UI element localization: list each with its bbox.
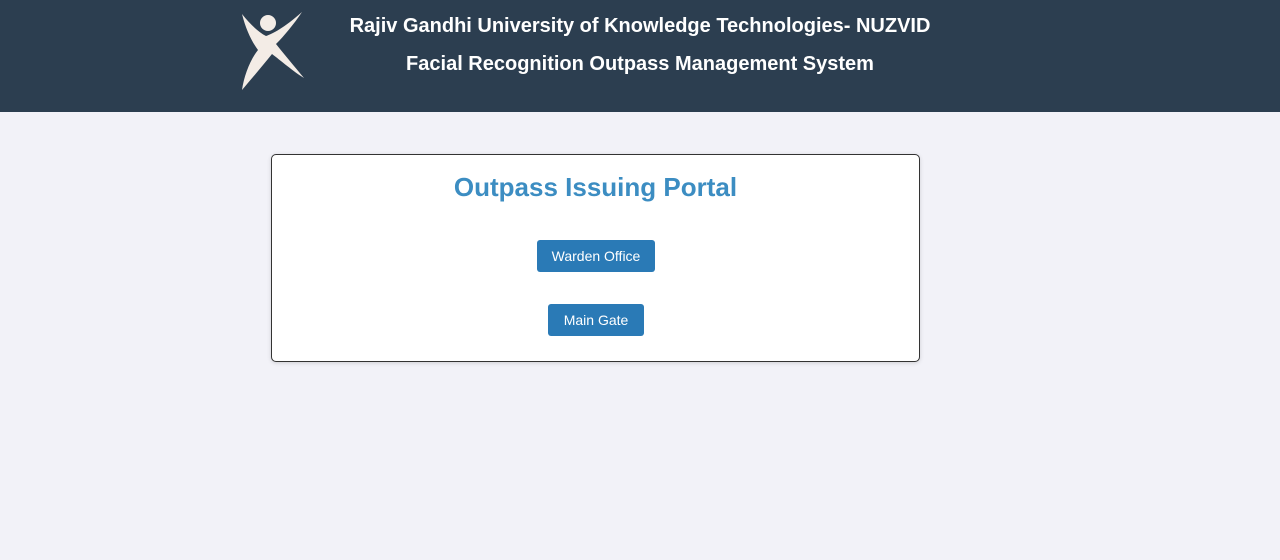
outpass-portal-card: Outpass Issuing Portal Warden Office Mai… [271,154,920,362]
university-name: Rajiv Gandhi University of Knowledge Tec… [349,15,931,37]
portal-title: Outpass Issuing Portal [453,172,738,202]
system-name: Facial Recognition Outpass Management Sy… [406,53,874,75]
main-gate-button[interactable]: Main Gate [548,304,644,336]
warden-office-button[interactable]: Warden Office [537,240,655,272]
site-header: Rajiv Gandhi University of Knowledge Tec… [0,0,1280,112]
